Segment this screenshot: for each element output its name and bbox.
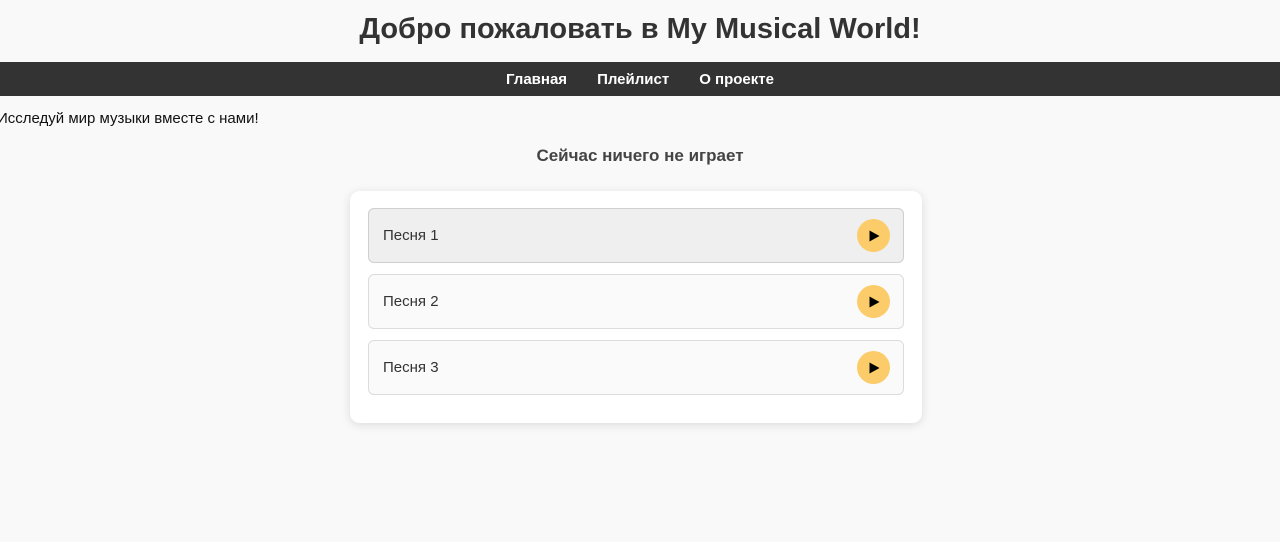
song-title: Песня 1 [383, 227, 439, 244]
song-title: Песня 2 [383, 293, 439, 310]
now-playing-status: Сейчас ничего не играет [536, 146, 744, 165]
play-button[interactable] [857, 285, 890, 318]
page-header: Добро пожаловать в My Musical World! [0, 0, 1280, 62]
song-title: Песня 3 [383, 359, 439, 376]
song-item-3[interactable]: Песня 3 [368, 340, 904, 395]
nav-link-about[interactable]: О проекте [699, 71, 774, 88]
song-item-1[interactable]: Песня 1 [368, 208, 904, 263]
playlist-container: Песня 1 Песня 2 Песня 3 [350, 191, 922, 423]
nav-link-playlist[interactable]: Плейлист [597, 71, 669, 88]
navbar: Главная Плейлист О проекте [0, 62, 1280, 96]
play-icon [869, 362, 879, 373]
play-icon [869, 230, 879, 241]
song-item-2[interactable]: Песня 2 [368, 274, 904, 329]
play-icon [869, 296, 879, 307]
intro-text: Исследуй мир музыки вместе с нами! [0, 110, 259, 127]
page-title: Добро пожаловать в My Musical World! [359, 12, 921, 45]
nav-link-home[interactable]: Главная [506, 71, 567, 88]
play-button[interactable] [857, 219, 890, 252]
play-button[interactable] [857, 351, 890, 384]
